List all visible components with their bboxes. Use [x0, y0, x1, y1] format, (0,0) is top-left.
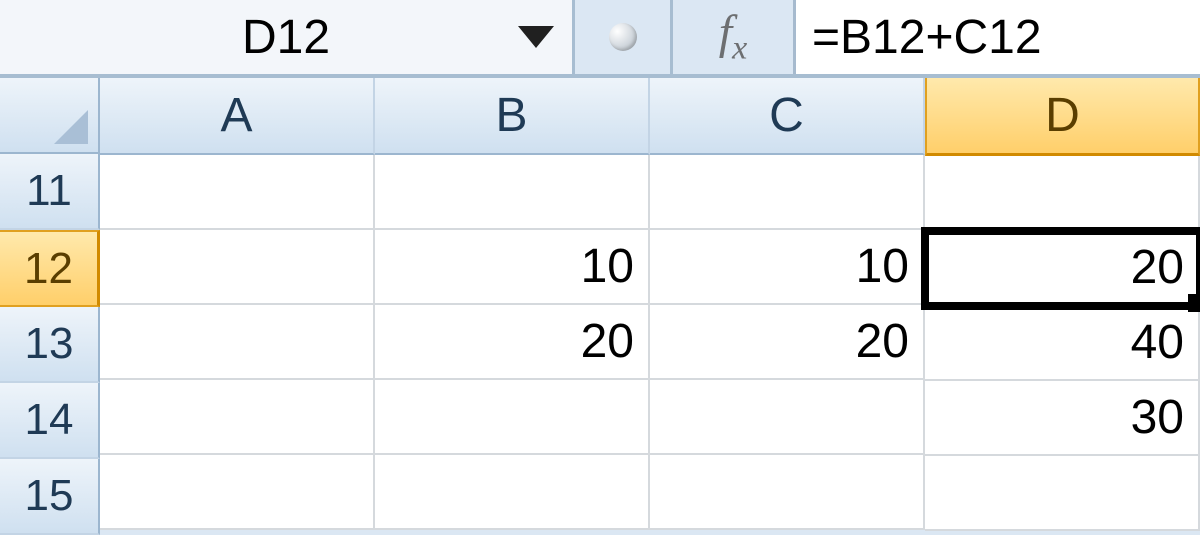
cell-A14[interactable] — [100, 380, 375, 455]
cell-B13[interactable]: 20 — [375, 305, 650, 380]
column-header-A[interactable]: A — [100, 78, 375, 155]
cell-D13[interactable]: 40 — [925, 306, 1200, 381]
column-C: C 10 20 — [650, 78, 925, 535]
cell-C13[interactable]: 20 — [650, 305, 925, 380]
name-box[interactable]: D12 — [0, 0, 575, 74]
cell-A13[interactable] — [100, 305, 375, 380]
row-header-12[interactable]: 12 — [0, 230, 100, 308]
column-D: D 20 40 30 — [925, 78, 1200, 535]
formula-text: =B12+C12 — [812, 10, 1042, 65]
name-box-value: D12 — [242, 10, 330, 65]
cell-A12[interactable] — [100, 230, 375, 305]
column-header-C[interactable]: C — [650, 78, 925, 155]
fill-handle[interactable] — [1188, 294, 1200, 312]
cell-B12[interactable]: 10 — [375, 230, 650, 305]
fx-label: fx — [719, 5, 747, 68]
column-B: B 10 20 — [375, 78, 650, 535]
row-header-column: 11 12 13 14 15 — [0, 78, 100, 535]
cell-C11[interactable] — [650, 155, 925, 230]
row-header-15[interactable]: 15 — [0, 459, 100, 535]
cell-D14[interactable]: 30 — [925, 381, 1200, 456]
column-A: A — [100, 78, 375, 535]
cell-D15[interactable] — [925, 456, 1200, 531]
row-header-14[interactable]: 14 — [0, 383, 100, 459]
cell-C12[interactable]: 10 — [650, 230, 925, 305]
cell-A11[interactable] — [100, 155, 375, 230]
select-all-corner[interactable] — [0, 78, 100, 154]
row-header-11[interactable]: 11 — [0, 154, 100, 230]
formula-cancel-slot — [575, 0, 673, 74]
cell-B11[interactable] — [375, 155, 650, 230]
row-header-13[interactable]: 13 — [0, 307, 100, 383]
column-header-D[interactable]: D — [925, 78, 1200, 156]
insert-function-button[interactable]: fx — [673, 0, 793, 74]
formula-input[interactable]: =B12+C12 — [793, 0, 1200, 74]
name-box-dropdown-icon[interactable] — [518, 26, 554, 48]
cell-B15[interactable] — [375, 455, 650, 530]
cell-D12[interactable]: 20 — [925, 231, 1200, 306]
cell-B14[interactable] — [375, 380, 650, 455]
spreadsheet-grid: 11 12 13 14 15 A B 10 20 C 10 20 D 20 — [0, 78, 1200, 535]
cell-C15[interactable] — [650, 455, 925, 530]
record-indicator-icon — [609, 23, 637, 51]
cell-D11[interactable] — [925, 156, 1200, 231]
column-header-B[interactable]: B — [375, 78, 650, 155]
formula-bar: D12 fx =B12+C12 — [0, 0, 1200, 78]
cell-A15[interactable] — [100, 455, 375, 530]
cell-C14[interactable] — [650, 380, 925, 455]
